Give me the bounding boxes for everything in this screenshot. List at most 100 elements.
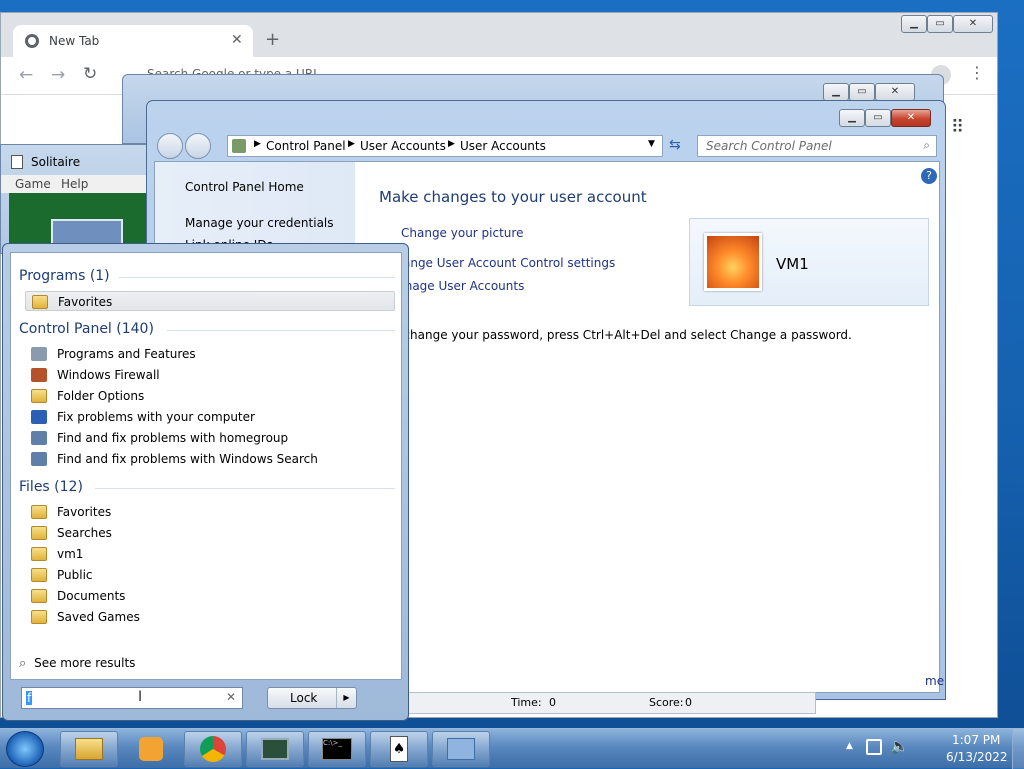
time-label: Time: xyxy=(511,696,542,709)
files-header[interactable]: Files (12) xyxy=(19,479,83,495)
score-value: 0 xyxy=(685,696,692,709)
forward-icon[interactable]: → xyxy=(51,65,65,85)
start-search-input[interactable]: f I ✕ xyxy=(21,687,243,709)
solitaire-app-icon xyxy=(11,155,23,169)
result-fix-problems[interactable]: Fix problems with your computer xyxy=(25,407,395,427)
nav-control-panel-home[interactable]: Control Panel Home xyxy=(185,180,304,194)
maximize-button[interactable]: ▭ xyxy=(865,109,891,127)
taskbar-explorer-button[interactable] xyxy=(60,731,118,767)
maximize-button[interactable]: ▭ xyxy=(849,83,875,101)
minimize-button[interactable]: ▁ xyxy=(839,109,865,127)
result-label: Favorites xyxy=(58,295,113,309)
result-label: Public xyxy=(57,568,93,582)
taskbar-task-manager-button[interactable] xyxy=(246,731,304,767)
taskbar-control-panel-button[interactable] xyxy=(432,731,490,767)
control-panel-header[interactable]: Control Panel (140) xyxy=(19,321,154,337)
result-file-public[interactable]: Public xyxy=(25,565,395,585)
user-name: VM1 xyxy=(776,255,809,273)
start-menu: Programs (1) Favorites Control Panel (14… xyxy=(2,243,409,721)
user-tile: VM1 xyxy=(689,218,929,306)
show-desktop-button[interactable] xyxy=(1012,729,1024,769)
close-button[interactable]: ✕ xyxy=(875,83,915,101)
back-button[interactable] xyxy=(157,133,183,159)
refresh-icon[interactable]: ⇆ xyxy=(669,137,681,153)
result-fix-windows-search[interactable]: Find and fix problems with Windows Searc… xyxy=(25,449,395,469)
change-uac-settings-link[interactable]: Change User Account Control settings xyxy=(387,256,615,270)
maximize-button[interactable]: ▭ xyxy=(927,15,953,33)
back-icon[interactable]: ← xyxy=(19,65,33,85)
result-label: Folder Options xyxy=(57,389,145,403)
menu-help[interactable]: Help xyxy=(61,177,88,191)
chevron-down-icon[interactable]: ▼ xyxy=(648,139,655,149)
menu-game[interactable]: Game xyxy=(15,177,51,191)
solitaire-title: Solitaire xyxy=(31,155,81,169)
result-file-vm1[interactable]: vm1 xyxy=(25,544,395,564)
breadcrumb-control-panel[interactable]: Control Panel xyxy=(266,139,346,153)
taskbar-media-player-button[interactable] xyxy=(122,731,180,767)
breadcrumb-user-accounts-current[interactable]: User Accounts xyxy=(460,139,546,153)
password-instructions: To change your password, press Ctrl+Alt+… xyxy=(387,328,852,342)
search-icon[interactable]: ⌕ xyxy=(923,138,930,153)
result-windows-firewall[interactable]: Windows Firewall xyxy=(25,365,395,385)
apps-grid-icon[interactable]: ⠿ xyxy=(951,117,964,138)
close-button[interactable]: ✕ xyxy=(953,15,993,33)
reload-icon[interactable]: ↻ xyxy=(83,64,97,84)
firewall-icon xyxy=(31,368,47,382)
minimize-button[interactable]: ▁ xyxy=(823,83,849,101)
taskbar-chrome-button[interactable] xyxy=(184,731,242,767)
result-fix-homegroup[interactable]: Find and fix problems with homegroup xyxy=(25,428,395,448)
forward-button[interactable] xyxy=(185,133,211,159)
result-file-documents[interactable]: Documents xyxy=(25,586,395,606)
cmd-icon: C:\>_ xyxy=(322,738,352,760)
clock-date[interactable]: 6/13/2022 xyxy=(946,750,1008,764)
search-control-panel-input[interactable]: Search Control Panel ⌕ xyxy=(697,135,937,157)
taskbar-cmd-button[interactable]: C:\>_ xyxy=(308,731,366,767)
result-label: Windows Firewall xyxy=(57,368,160,382)
chrome-tab[interactable]: New Tab ✕ xyxy=(13,25,253,57)
network-icon[interactable] xyxy=(866,739,882,755)
start-button[interactable] xyxy=(6,731,44,767)
result-file-favorites[interactable]: Favorites xyxy=(25,502,395,522)
breadcrumb-separator: ▶ xyxy=(348,139,355,149)
change-picture-link[interactable]: Change your picture xyxy=(401,226,523,240)
see-more-results[interactable]: ⌕ See more results xyxy=(19,653,135,673)
folder-icon xyxy=(31,505,47,519)
address-bar[interactable]: ▶ Control Panel ▶ User Accounts ▶ User A… xyxy=(227,135,663,157)
search-input-value: f xyxy=(26,691,33,705)
help-icon[interactable]: ? xyxy=(921,168,937,184)
result-programs-and-features[interactable]: Programs and Features xyxy=(25,344,395,364)
chrome-icon xyxy=(200,736,226,762)
menu-icon[interactable]: ⋮ xyxy=(969,63,985,82)
troubleshoot-icon xyxy=(31,452,47,466)
folder-icon xyxy=(31,568,47,582)
score-label: Score: xyxy=(649,696,684,709)
result-file-searches[interactable]: Searches xyxy=(25,523,395,543)
result-folder-options[interactable]: Folder Options xyxy=(25,386,395,406)
user-picture[interactable] xyxy=(704,233,762,291)
close-button[interactable]: ✕ xyxy=(891,109,931,127)
result-file-saved-games[interactable]: Saved Games xyxy=(25,607,395,627)
breadcrumb-separator: ▶ xyxy=(254,139,261,149)
power-options-arrow-icon[interactable]: ▶ xyxy=(336,688,356,708)
clear-search-icon[interactable]: ✕ xyxy=(226,690,236,704)
solitaire-menubar: Game Help xyxy=(1,175,149,193)
programs-header[interactable]: Programs (1) xyxy=(19,268,110,284)
volume-icon[interactable]: 🔈 xyxy=(890,737,909,755)
magnifier-icon: ⌕ xyxy=(19,656,27,671)
show-hidden-icons[interactable]: ▲ xyxy=(846,741,853,751)
breadcrumb-user-accounts[interactable]: User Accounts xyxy=(360,139,446,153)
minimize-button[interactable]: ▁ xyxy=(901,15,927,33)
close-tab-icon[interactable]: ✕ xyxy=(231,32,243,48)
new-tab-icon[interactable]: + xyxy=(265,29,280,50)
taskbar-solitaire-button[interactable]: ♠ xyxy=(370,731,428,767)
lock-button[interactable]: Lock ▶ xyxy=(267,687,357,709)
chrome-logo-icon xyxy=(25,34,39,48)
result-favorites-program[interactable]: Favorites xyxy=(25,291,395,311)
result-label: Find and fix problems with homegroup xyxy=(57,431,289,445)
breadcrumb-separator: ▶ xyxy=(448,139,455,149)
control-panel-icon xyxy=(447,738,475,760)
search-placeholder: Search Control Panel xyxy=(706,139,832,153)
result-label: vm1 xyxy=(57,547,84,561)
nav-manage-credentials[interactable]: Manage your credentials xyxy=(185,216,334,230)
clock-time[interactable]: 1:07 PM xyxy=(952,733,1000,747)
